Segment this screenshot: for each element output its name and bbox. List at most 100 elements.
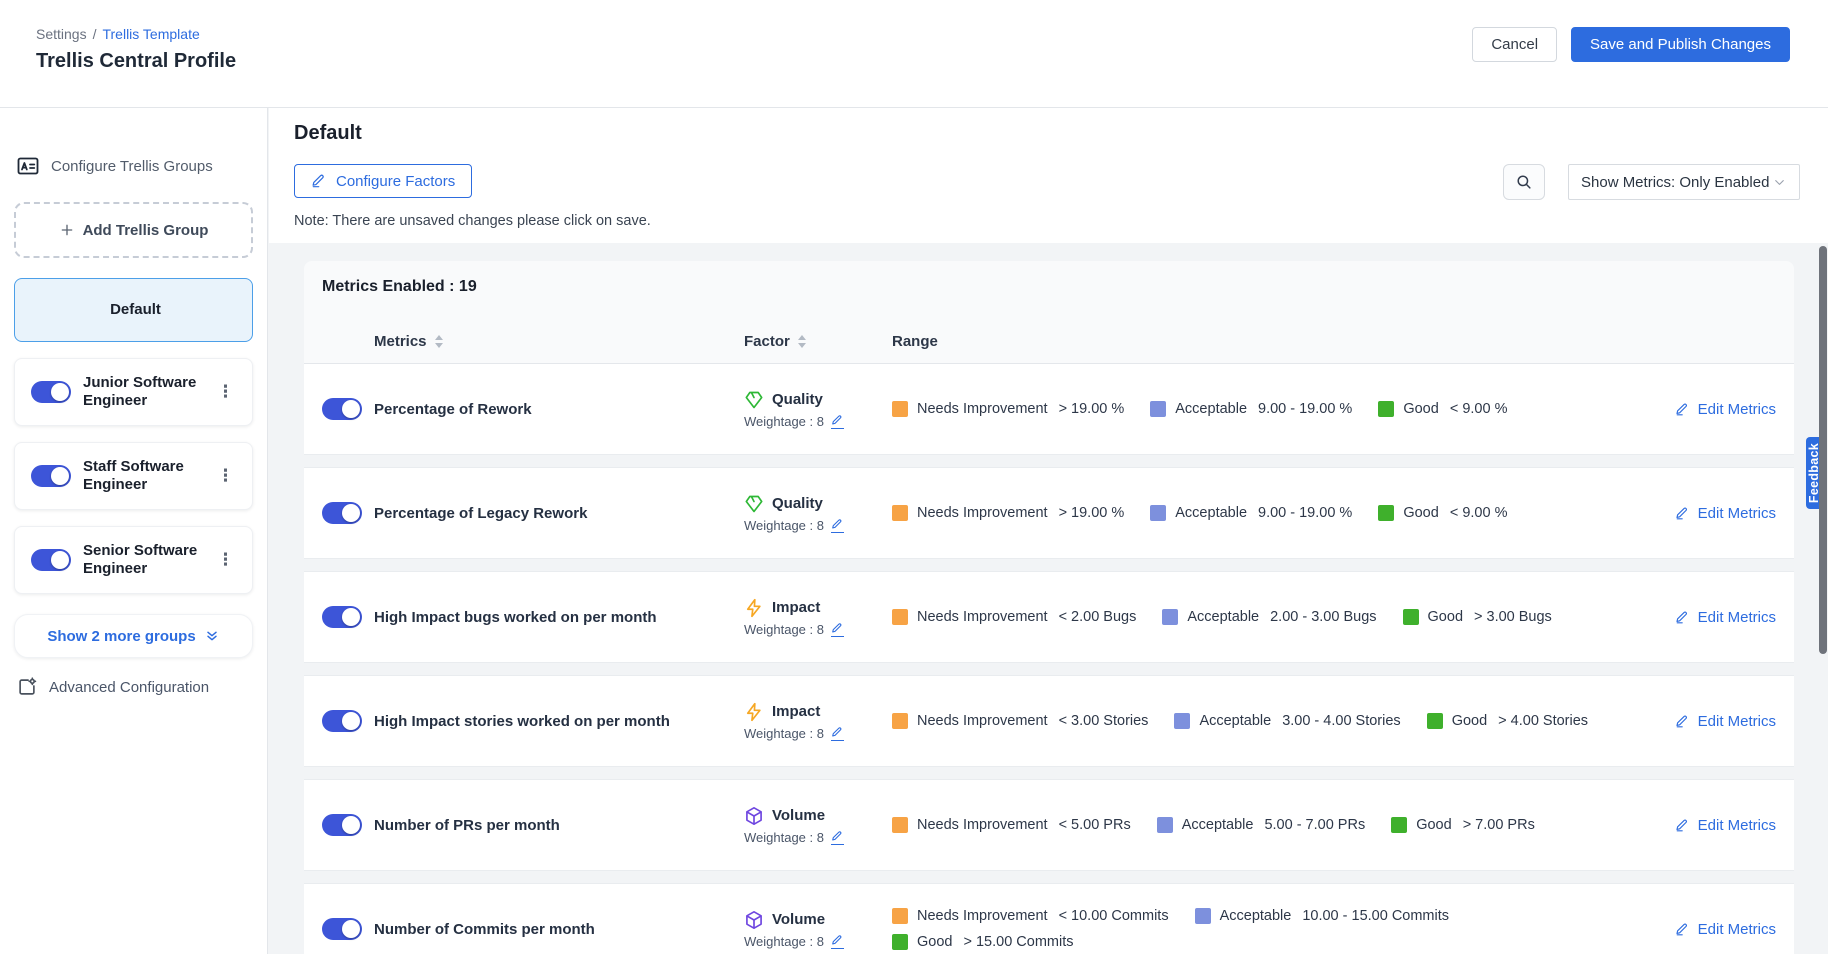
page-title: Trellis Central Profile bbox=[36, 50, 236, 73]
pencil-icon bbox=[1675, 922, 1690, 937]
sidebar-item-junior-software-engineer[interactable]: Junior Software Engineer ⋮ bbox=[14, 358, 253, 426]
toggle-knob bbox=[51, 383, 69, 401]
factor-label: Quality bbox=[772, 391, 823, 408]
range-label: Needs Improvement bbox=[917, 609, 1048, 625]
range-label: Good bbox=[1403, 505, 1438, 521]
show-metrics-dropdown-value: Show Metrics: Only Enabled bbox=[1581, 174, 1769, 191]
pencil-icon bbox=[1675, 818, 1690, 833]
metrics-rows: Percentage of Rework Quality Weightage :… bbox=[304, 364, 1794, 954]
range-label: Good bbox=[1452, 713, 1487, 729]
plus-icon bbox=[59, 222, 75, 238]
range-color-swatch bbox=[892, 505, 908, 521]
sidebar-item-default[interactable]: Default bbox=[14, 278, 253, 342]
column-header-metrics[interactable]: Metrics bbox=[374, 333, 744, 350]
group-label: Staff Software Engineer bbox=[83, 458, 199, 494]
range-color-swatch bbox=[1150, 505, 1166, 521]
weightage: Weightage : 8 bbox=[744, 414, 892, 429]
range-value: 9.00 - 19.00 % bbox=[1258, 505, 1352, 521]
advanced-configuration-link[interactable]: Advanced Configuration bbox=[14, 676, 253, 698]
add-trellis-group-label: Add Trellis Group bbox=[83, 222, 209, 239]
sort-icon bbox=[435, 335, 443, 348]
sidebar: Configure Trellis Groups Add Trellis Gro… bbox=[0, 108, 268, 954]
edit-weightage-icon[interactable] bbox=[831, 934, 844, 949]
range-color-swatch bbox=[892, 908, 908, 924]
pencil-icon bbox=[311, 173, 327, 189]
range-cell: Needs Improvement< 3.00 StoriesAcceptabl… bbox=[892, 713, 1626, 729]
breadcrumb: Settings / Trellis Template bbox=[36, 26, 200, 42]
lightning-icon bbox=[744, 598, 764, 618]
range-chip: Acceptable9.00 - 19.00 % bbox=[1150, 401, 1352, 417]
range-cell: Needs Improvement< 2.00 BugsAcceptable2.… bbox=[892, 609, 1626, 625]
weightage-label: Weightage : 8 bbox=[744, 830, 824, 845]
gem-icon bbox=[744, 390, 764, 410]
metric-row: High Impact bugs worked on per month Imp… bbox=[304, 572, 1794, 662]
show-metrics-dropdown[interactable]: Show Metrics: Only Enabled bbox=[1568, 164, 1800, 200]
edit-metrics-link[interactable]: Edit Metrics bbox=[1675, 817, 1776, 834]
metric-name: Percentage of Rework bbox=[374, 401, 744, 418]
metric-toggle[interactable] bbox=[322, 918, 362, 940]
sidebar-item-senior-software-engineer[interactable]: Senior Software Engineer ⋮ bbox=[14, 526, 253, 594]
lightning-icon bbox=[744, 702, 764, 722]
sidebar-item-staff-software-engineer[interactable]: Staff Software Engineer ⋮ bbox=[14, 442, 253, 510]
weightage: Weightage : 8 bbox=[744, 830, 892, 845]
metric-toggle[interactable] bbox=[322, 814, 362, 836]
metric-toggle[interactable] bbox=[322, 606, 362, 628]
weightage-label: Weightage : 8 bbox=[744, 518, 824, 533]
content-toolbar: Default Configure Factors Note: There ar… bbox=[269, 108, 1828, 243]
edit-weightage-icon[interactable] bbox=[831, 414, 844, 429]
column-header-factor[interactable]: Factor bbox=[744, 333, 892, 350]
toggle-knob bbox=[51, 551, 69, 569]
group-toggle[interactable] bbox=[31, 549, 71, 571]
breadcrumb-settings[interactable]: Settings bbox=[36, 26, 87, 42]
edit-weightage-icon[interactable] bbox=[831, 830, 844, 845]
edit-weightage-icon[interactable] bbox=[831, 622, 844, 637]
range-value: < 5.00 PRs bbox=[1059, 817, 1131, 833]
edit-weightage-icon[interactable] bbox=[831, 726, 844, 741]
group-toggle[interactable] bbox=[31, 465, 71, 487]
range-color-swatch bbox=[1427, 713, 1443, 729]
edit-metrics-label: Edit Metrics bbox=[1698, 817, 1776, 834]
edit-metrics-link[interactable]: Edit Metrics bbox=[1675, 505, 1776, 522]
metric-toggle[interactable] bbox=[322, 398, 362, 420]
edit-metrics-link[interactable]: Edit Metrics bbox=[1675, 609, 1776, 626]
group-toggle[interactable] bbox=[31, 381, 71, 403]
metric-row: Number of Commits per month Volume Weigh… bbox=[304, 884, 1794, 954]
edit-metrics-link[interactable]: Edit Metrics bbox=[1675, 713, 1776, 730]
kebab-menu-icon[interactable]: ⋮ bbox=[211, 465, 240, 487]
show-more-groups-button[interactable]: Show 2 more groups bbox=[14, 614, 253, 658]
toggle-knob bbox=[342, 400, 360, 418]
edit-metrics-link[interactable]: Edit Metrics bbox=[1675, 921, 1776, 938]
range-label: Good bbox=[1416, 817, 1451, 833]
chevron-down-icon bbox=[1772, 175, 1787, 190]
save-and-publish-button[interactable]: Save and Publish Changes bbox=[1571, 27, 1790, 62]
group-label: Junior Software Engineer bbox=[83, 374, 199, 410]
range-chip: Good< 9.00 % bbox=[1378, 505, 1507, 521]
range-color-swatch bbox=[1174, 713, 1190, 729]
range-label: Needs Improvement bbox=[917, 908, 1048, 924]
range-chip: Needs Improvement> 19.00 % bbox=[892, 401, 1124, 417]
metrics-enabled-count: Metrics Enabled : 19 bbox=[304, 261, 1794, 296]
breadcrumb-trellis-template[interactable]: Trellis Template bbox=[102, 26, 199, 42]
range-value: 3.00 - 4.00 Stories bbox=[1282, 713, 1401, 729]
add-trellis-group-button[interactable]: Add Trellis Group bbox=[14, 202, 253, 258]
search-button[interactable] bbox=[1503, 164, 1545, 200]
edit-metrics-link[interactable]: Edit Metrics bbox=[1675, 401, 1776, 418]
factor-cell: Volume Weightage : 8 bbox=[744, 806, 892, 845]
edit-weightage-icon[interactable] bbox=[831, 518, 844, 533]
toggle-knob bbox=[342, 920, 360, 938]
metric-toggle[interactable] bbox=[322, 710, 362, 732]
configure-factors-button[interactable]: Configure Factors bbox=[294, 164, 472, 198]
metric-row: Number of PRs per month Volume Weightage… bbox=[304, 780, 1794, 870]
table-header-row: Metrics Factor Range bbox=[304, 320, 1794, 364]
vertical-scrollbar-thumb[interactable] bbox=[1819, 246, 1827, 654]
metric-toggle[interactable] bbox=[322, 502, 362, 524]
range-color-swatch bbox=[1378, 401, 1394, 417]
metric-name: High Impact stories worked on per month bbox=[374, 713, 744, 730]
factor-cell: Impact Weightage : 8 bbox=[744, 702, 892, 741]
kebab-menu-icon[interactable]: ⋮ bbox=[211, 549, 240, 571]
toggle-knob bbox=[342, 816, 360, 834]
kebab-menu-icon[interactable]: ⋮ bbox=[211, 381, 240, 403]
cancel-button[interactable]: Cancel bbox=[1472, 27, 1557, 62]
range-label: Needs Improvement bbox=[917, 817, 1048, 833]
weightage: Weightage : 8 bbox=[744, 622, 892, 637]
